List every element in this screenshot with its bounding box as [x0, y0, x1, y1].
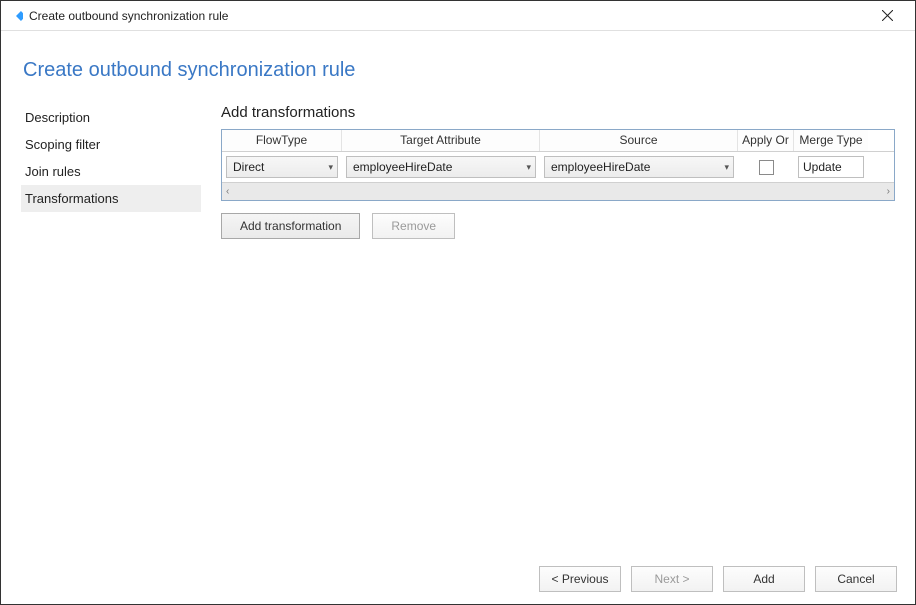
previous-button[interactable]: < Previous — [539, 566, 621, 592]
cancel-button[interactable]: Cancel — [815, 566, 897, 592]
sidebar-item-description[interactable]: Description — [21, 104, 201, 131]
sidebar-item-label: Join rules — [25, 164, 81, 179]
sidebar-item-transformations[interactable]: Transformations — [21, 185, 201, 212]
button-label: < Previous — [551, 572, 608, 586]
sidebar-item-label: Transformations — [25, 191, 118, 206]
scroll-left-icon[interactable]: ‹ — [226, 186, 229, 197]
sidebar: Description Scoping filter Join rules Tr… — [21, 104, 201, 212]
chevron-down-icon: ▾ — [522, 162, 531, 173]
sidebar-item-label: Description — [25, 110, 90, 125]
merge-type-value: Update — [803, 160, 842, 174]
flowtype-select[interactable]: Direct ▾ — [226, 156, 338, 178]
close-icon — [882, 10, 893, 21]
grid-header-row: FlowType Target Attribute Source Apply O… — [222, 130, 894, 152]
apply-once-checkbox[interactable] — [759, 160, 774, 175]
flowtype-value: Direct — [233, 160, 324, 174]
scroll-right-icon[interactable]: › — [887, 186, 890, 197]
target-attribute-value: employeeHireDate — [353, 160, 522, 174]
section-title: Add transformations — [221, 104, 895, 121]
main-panel: Add transformations FlowType Target Attr… — [201, 104, 895, 239]
horizontal-scrollbar[interactable]: ‹ › — [222, 182, 894, 200]
col-header-apply[interactable]: Apply Or — [738, 130, 794, 151]
chevron-down-icon: ▾ — [720, 162, 729, 173]
grid-button-row: Add transformation Remove — [221, 213, 895, 239]
button-label: Add transformation — [240, 219, 341, 233]
col-header-merge[interactable]: Merge Type — [794, 130, 868, 151]
col-header-source[interactable]: Source — [540, 130, 738, 151]
button-label: Next > — [654, 572, 689, 586]
target-attribute-select[interactable]: employeeHireDate ▾ — [346, 156, 536, 178]
transformations-grid: FlowType Target Attribute Source Apply O… — [221, 129, 895, 201]
add-transformation-button[interactable]: Add transformation — [221, 213, 360, 239]
button-label: Remove — [391, 219, 436, 233]
source-select[interactable]: employeeHireDate ▾ — [544, 156, 734, 178]
col-header-target[interactable]: Target Attribute — [342, 130, 540, 151]
col-header-flowtype[interactable]: FlowType — [222, 130, 342, 151]
source-value: employeeHireDate — [551, 160, 720, 174]
remove-button[interactable]: Remove — [372, 213, 455, 239]
window-title: Create outbound synchronization rule — [29, 9, 867, 23]
sidebar-item-scoping-filter[interactable]: Scoping filter — [21, 131, 201, 158]
sidebar-item-join-rules[interactable]: Join rules — [21, 158, 201, 185]
chevron-down-icon: ▾ — [324, 162, 333, 173]
app-icon — [9, 9, 23, 23]
titlebar: Create outbound synchronization rule — [1, 1, 915, 31]
button-label: Cancel — [837, 572, 874, 586]
page-title: Create outbound synchronization rule — [23, 59, 895, 82]
wizard-footer: < Previous Next > Add Cancel — [1, 554, 915, 604]
merge-type-cell[interactable]: Update — [798, 156, 864, 178]
button-label: Add — [753, 572, 774, 586]
add-button[interactable]: Add — [723, 566, 805, 592]
table-row: Direct ▾ employeeHireDate ▾ employeeHire… — [222, 152, 894, 182]
close-button[interactable] — [867, 2, 907, 30]
content-area: Create outbound synchronization rule Des… — [1, 31, 915, 554]
sidebar-item-label: Scoping filter — [25, 137, 100, 152]
body-row: Description Scoping filter Join rules Tr… — [21, 104, 895, 239]
next-button[interactable]: Next > — [631, 566, 713, 592]
